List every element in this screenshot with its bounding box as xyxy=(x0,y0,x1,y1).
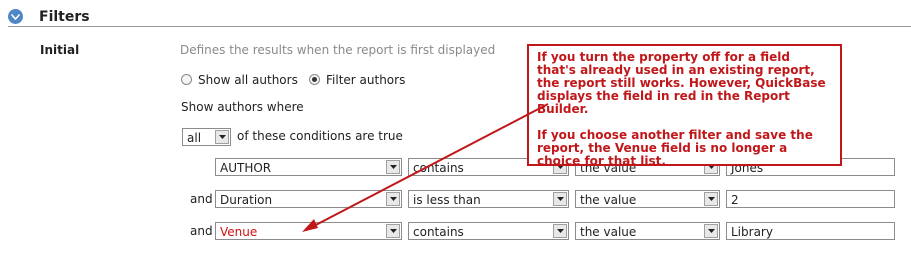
callout-arrow xyxy=(302,103,549,232)
